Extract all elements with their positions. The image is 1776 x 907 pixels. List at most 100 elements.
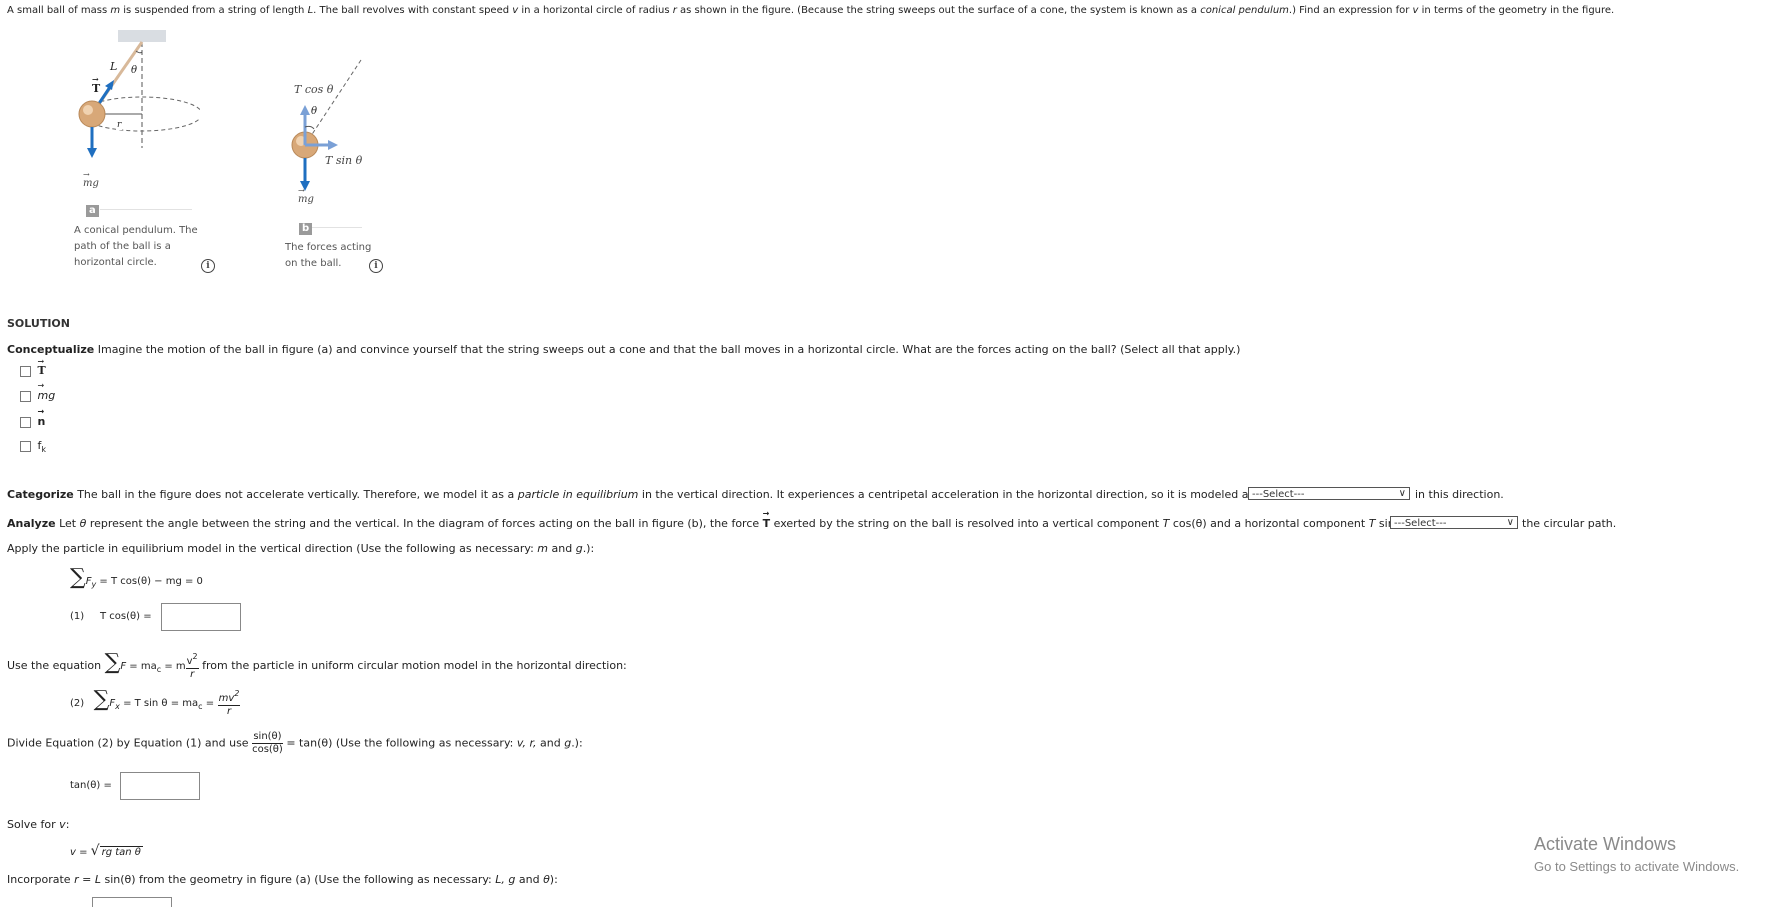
tan-answer-input[interactable] — [120, 772, 200, 800]
weight-arrowhead — [87, 148, 97, 158]
activate-windows-title: Activate Windows — [1534, 834, 1677, 854]
fig-b-label-theta: θ — [311, 106, 318, 117]
checkbox-n[interactable] — [20, 416, 31, 428]
tension-arrowhead — [105, 80, 114, 90]
activate-windows-subtitle: Go to Settings to activate Windows. — [1534, 859, 1740, 874]
fig-b-label-tcos: T cos θ — [294, 83, 334, 96]
divide-vars: v, r, — [516, 736, 537, 750]
sum-fy-equation: ∑Fy = T cos(θ) − mg = 0 — [70, 565, 203, 590]
categorize-model-select[interactable]: ---Select--- ∨ — [1248, 487, 1410, 500]
fig-a-label-T: T — [92, 74, 100, 95]
apply-text: Apply the particle in equilibrium model … — [7, 542, 538, 555]
conical-pendulum-term: conical pendulum — [1200, 5, 1289, 16]
categorize-tail: in this direction. — [1415, 488, 1504, 501]
divide-text: Divide Equation (2) by Equation (1) and … — [7, 736, 249, 750]
checkbox-fk[interactable] — [20, 440, 31, 452]
option-mg[interactable]: mg — [20, 381, 56, 402]
categorize-model-term: particle in equilibrium — [517, 488, 639, 501]
incorporate-answer-input[interactable] — [92, 897, 172, 907]
categorize-text: in the vertical direction. It experience… — [638, 488, 1268, 501]
conceptualize-label: Conceptualize — [7, 343, 95, 356]
option-T[interactable]: T — [20, 356, 46, 377]
conceptualize-row: Conceptualize Imagine the motion of the … — [7, 343, 1240, 356]
option-mg-label: mg — [38, 381, 56, 402]
info-icon[interactable]: i — [369, 259, 383, 273]
analyze-text: represent the angle between the string a… — [86, 517, 763, 530]
sum-fy-rest: = T cos(θ) − mg = 0 — [96, 576, 203, 587]
frac-den: r — [190, 669, 195, 680]
fig-a-caption: A conical pendulum. The path of the ball… — [74, 225, 198, 268]
info-icon[interactable]: i — [201, 259, 215, 273]
option-n[interactable]: n — [20, 407, 46, 428]
ball — [78, 100, 106, 128]
tan-lhs: tan(θ) = — [70, 780, 112, 791]
use-text: = m — [161, 661, 186, 672]
var-theta: θ — [543, 873, 550, 886]
ball-highlight — [83, 105, 93, 115]
fig-b-label-tsin: T sin θ — [325, 154, 363, 167]
fig-a-label-r: r — [116, 120, 123, 130]
divide-row: Divide Equation (2) by Equation (1) and … — [7, 731, 583, 756]
apply-text: and — [548, 542, 576, 555]
analyze-select-value: ---Select--- — [1394, 518, 1447, 529]
v-equation: v = √ rg tan θ — [70, 843, 143, 859]
fig-a-label-L: L — [110, 60, 118, 73]
checkbox-mg[interactable] — [20, 390, 31, 402]
v2-over-r: v2 r — [185, 651, 199, 681]
use-text: from the particle in uniform circular mo… — [198, 659, 627, 672]
string-dashed — [304, 59, 362, 146]
chevron-down-icon: ∨ — [1398, 488, 1406, 499]
problem-text: .) Find an expression for — [1288, 5, 1413, 16]
fig-b-badge-letter: b — [299, 223, 313, 235]
categorize-row: Categorize The ball in the figure does n… — [7, 488, 1309, 501]
problem-text: A small ball of mass — [7, 5, 111, 16]
fig-a-badge-letter: a — [86, 205, 99, 217]
incorp-text: and — [515, 873, 544, 886]
analyze-direction-select[interactable]: ---Select--- ∨ — [1390, 516, 1518, 529]
sigma-symbol: ∑ — [70, 565, 86, 590]
fig-a-label-theta: θ — [131, 65, 138, 76]
option-n-label: n — [38, 407, 46, 428]
sqrt-radicand: rg tan θ — [99, 846, 143, 858]
tsin-arrowhead — [328, 140, 338, 150]
var-m: m — [110, 5, 121, 16]
frac-den: r — [226, 706, 232, 717]
eq2-label: (2) — [70, 698, 85, 709]
solve-row: Solve for v: — [7, 818, 69, 831]
incorp-text: sin(θ) from the geometry in figure (a) (… — [100, 873, 496, 886]
eq2-row: (2) ∑Fx = T sin θ = mac = mv2 r — [70, 687, 241, 718]
option-T-label: T — [38, 356, 46, 377]
divide-text: .): — [571, 736, 583, 750]
figure-b-diagram — [291, 59, 362, 191]
problem-text: . The ball revolves with constant speed — [313, 5, 513, 16]
eq2-text: = — [202, 698, 215, 709]
use-equation-row: Use the equation ∑F = mac = m v2 r from th… — [7, 651, 627, 681]
categorize-label: Categorize — [7, 488, 74, 501]
fig-b-divider — [312, 227, 362, 228]
divide-text: = tan(θ) (Use the following as necessary… — [282, 736, 517, 750]
apply-instruction: Apply the particle in equilibrium model … — [7, 542, 594, 555]
conceptualize-text: Imagine the motion of the ball in figure… — [94, 343, 1241, 356]
option-fk[interactable]: fk — [20, 439, 46, 454]
fig-a-label-mg: mg — [83, 170, 99, 189]
incorp-text: Incorporate — [7, 873, 75, 886]
var-m: m — [537, 542, 548, 555]
angle-arc — [135, 50, 143, 54]
analyze-row: Analyze Let θ represent the angle betwee… — [7, 509, 1448, 530]
eq2-text: = T sin θ = ma — [119, 698, 199, 709]
sqrt-symbol: √ — [90, 843, 100, 859]
fig-a-T-text: T — [92, 74, 100, 95]
eq1-answer-input[interactable] — [161, 603, 241, 631]
var-g: g — [575, 542, 583, 555]
problem-text: in terms of the geometry in the figure. — [1418, 5, 1615, 16]
solve-text: : — [65, 818, 70, 831]
analyze-T-text: T — [763, 509, 771, 530]
analyze-tail: the circular path. — [1522, 517, 1617, 530]
sigma-symbol: ∑ — [93, 687, 110, 712]
analyze-text: cos(θ) and a horizontal component — [1169, 517, 1369, 530]
option-mg-text: mg — [38, 381, 56, 402]
analyze-label: Analyze — [7, 517, 56, 530]
checkbox-T[interactable] — [20, 365, 31, 377]
sin-over-cos: sin(θ) cos(θ) — [252, 731, 283, 756]
problem-text: as shown in the figure. (Because the str… — [676, 5, 1201, 16]
